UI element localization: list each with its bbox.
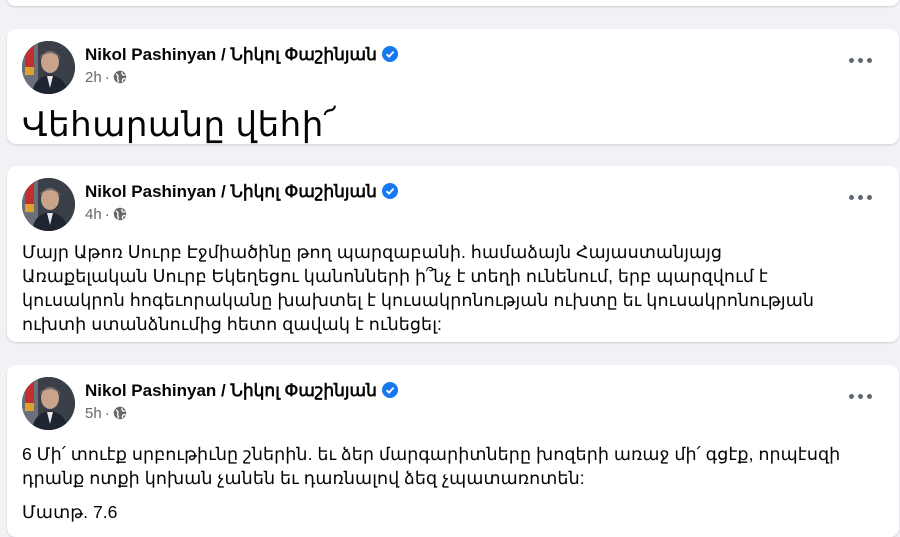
globe-icon[interactable] <box>113 70 127 88</box>
globe-icon[interactable] <box>113 207 127 225</box>
verified-badge-icon <box>381 382 398 403</box>
post-text-line: Մայր Աթոռ Սուրբ Էջմիածինը թող պարզաբանի.… <box>22 242 723 262</box>
post-header: Nikol Pashinyan / Նիկոլ Փաշինյան 4h · <box>22 178 882 234</box>
verified-badge-icon <box>381 46 398 67</box>
author-avatar[interactable] <box>22 41 75 94</box>
globe-icon[interactable] <box>113 406 127 424</box>
post-card: Nikol Pashinyan / Նիկոլ Փաշինյան 5h · 6 Մ… <box>7 365 899 537</box>
post-text-line: ուխտի ստանձնումից հետո զավակ է ունեցել: <box>22 314 442 334</box>
author-avatar[interactable] <box>22 377 75 430</box>
post-text-line: Առաքելական Սուրբ Եկեղեցու կանոնների ի՞նչ… <box>22 266 768 286</box>
post-meta: 2h · <box>85 69 127 88</box>
post-header: Nikol Pashinyan / Նիկոլ Փաշինյան 5h · <box>22 377 882 433</box>
post-meta: 4h · <box>85 206 127 225</box>
author-name-text[interactable]: Nikol Pashinyan / Նիկոլ Փաշինյան <box>85 182 377 201</box>
post-text-line: կուսակրոն հոգեւորականը խախտել է կուսակրո… <box>22 290 814 310</box>
post-card: Nikol Pashinyan / Նիկոլ Փաշինյան 4h · Մայ… <box>7 166 899 342</box>
post-text: Վեհարանը վեհի՜ <box>22 106 337 144</box>
meta-separator: · <box>104 206 110 223</box>
more-options-icon[interactable] <box>849 193 875 203</box>
meta-separator: · <box>104 69 110 86</box>
author-name[interactable]: Nikol Pashinyan / Նիկոլ Փաշինյան <box>85 182 398 204</box>
author-name-text[interactable]: Nikol Pashinyan / Նիկոլ Փաշինյան <box>85 381 377 400</box>
meta-separator: · <box>104 405 110 422</box>
previous-post-card <box>7 0 899 6</box>
author-name-text[interactable]: Nikol Pashinyan / Նիկոլ Փաշինյան <box>85 45 377 64</box>
post-text: Մայր Աթոռ Սուրբ Էջմիածինը թող պարզաբանի.… <box>22 240 814 336</box>
post-text-line: դրանք ոտքի կոխան չանեն եւ դառնալով ձեզ չ… <box>22 468 585 488</box>
verified-badge-icon <box>381 183 398 204</box>
more-options-icon[interactable] <box>849 56 875 66</box>
author-name[interactable]: Nikol Pashinyan / Նիկոլ Փաշինյան <box>85 381 398 403</box>
more-options-icon[interactable] <box>849 392 875 402</box>
post-meta: 5h · <box>85 405 127 424</box>
post-card: Nikol Pashinyan / Նիկոլ Փաշինյան 2h · Վեհ… <box>7 29 899 144</box>
author-avatar[interactable] <box>22 178 75 231</box>
author-name[interactable]: Nikol Pashinyan / Նիկոլ Փաշինյան <box>85 45 398 67</box>
post-text-line: 6 Մի՛ տուէք սրբութիւնը շներին. եւ ձեր մա… <box>22 444 841 464</box>
post-timestamp[interactable]: 4h <box>85 206 102 223</box>
post-timestamp[interactable]: 5h <box>85 405 102 422</box>
post-timestamp[interactable]: 2h <box>85 69 102 86</box>
post-text: 6 Մի՛ տուէք սրբութիւնը շներին. եւ ձեր մա… <box>22 442 840 524</box>
post-reference: Մատթ. 7.6 <box>22 502 118 522</box>
post-header: Nikol Pashinyan / Նիկոլ Փաշինյան 2h · <box>22 41 882 97</box>
